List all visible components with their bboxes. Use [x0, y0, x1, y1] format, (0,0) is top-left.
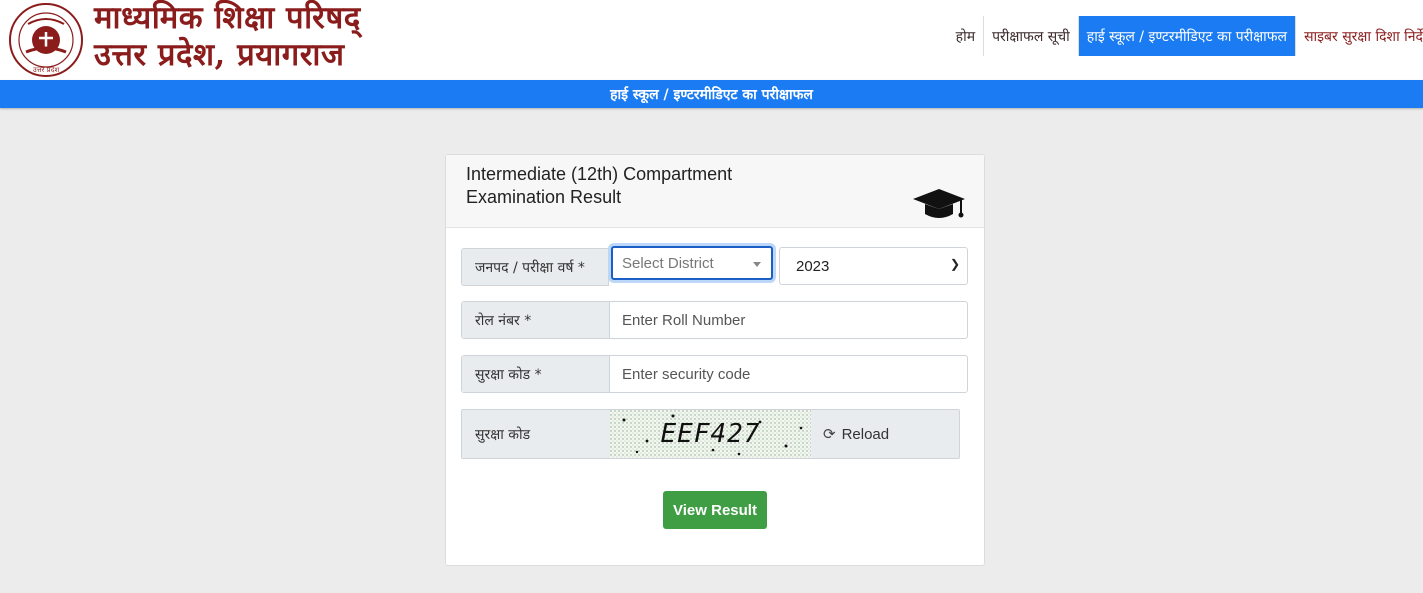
- result-form-card: Intermediate (12th) Compartment Examinat…: [445, 154, 985, 566]
- roll-number-label: रोल नंबर *: [462, 302, 610, 338]
- captcha-label: सुरक्षा कोड: [462, 410, 610, 458]
- svg-text:उत्तर प्रदेश: उत्तर प्रदेश: [33, 65, 59, 74]
- org-title-line1: माध्यमिक शिक्षा परिषद्: [94, 0, 361, 36]
- form-title-line2: Examination Result: [466, 187, 622, 207]
- nav-hs-inter-result[interactable]: हाई स्कूल / इण्टरमीडिएट का परीक्षाफल: [1077, 16, 1296, 56]
- roll-number-input[interactable]: Enter Roll Number: [610, 302, 967, 338]
- form-title: Intermediate (12th) Compartment Examinat…: [466, 163, 786, 209]
- org-title-line2: उत्तर प्रदेश, प्रयागराज: [94, 37, 345, 73]
- top-header: उत्तर प्रदेश माध्यमिक शिक्षा परिषद् उत्त…: [0, 0, 1423, 80]
- captcha-text: EEF427: [660, 419, 761, 449]
- security-code-placeholder: Enter security code: [622, 365, 751, 383]
- reload-label: Reload: [841, 425, 890, 443]
- captcha-image: EEF427: [610, 410, 811, 458]
- card-header: Intermediate (12th) Compartment Examinat…: [446, 155, 984, 228]
- district-year-label: जनपद / परीक्षा वर्ष *: [461, 248, 609, 286]
- nav-result-list[interactable]: परीक्षाफल सूची: [983, 16, 1078, 56]
- nav-home[interactable]: होम: [948, 16, 983, 56]
- main-nav: होम परीक्षाफल सूची हाई स्कूल / इण्टरमीडि…: [948, 16, 1423, 56]
- year-value: 2023: [796, 257, 830, 275]
- reload-icon: ⟳: [823, 426, 836, 443]
- dropdown-arrow-icon: [753, 262, 761, 267]
- view-result-button[interactable]: View Result: [663, 491, 767, 529]
- captcha-row: सुरक्षा कोड EEF427 ⟳ Reload: [461, 409, 960, 459]
- org-title: माध्यमिक शिक्षा परिषद् उत्तर प्रदेश, प्र…: [94, 0, 361, 74]
- page-banner: हाई स्कूल / इण्टरमीडिएट का परीक्षाफल: [0, 80, 1423, 108]
- chevron-down-icon: ❯: [949, 257, 960, 271]
- graduation-cap-icon: [913, 189, 965, 218]
- year-select[interactable]: 2023 ❯: [779, 247, 968, 285]
- reload-button[interactable]: ⟳ Reload: [811, 410, 959, 458]
- board-logo[interactable]: उत्तर प्रदेश: [6, 2, 86, 78]
- district-select[interactable]: Select District: [611, 246, 773, 280]
- district-year-row: जनपद / परीक्षा वर्ष * Select District 20…: [461, 246, 968, 286]
- security-code-label: सुरक्षा कोड *: [462, 356, 610, 392]
- security-code-row: सुरक्षा कोड * Enter security code: [461, 355, 968, 393]
- nav-cyber-security[interactable]: साइबर सुरक्षा दिशा निर्दे: [1295, 16, 1423, 56]
- security-code-input[interactable]: Enter security code: [610, 356, 967, 392]
- district-placeholder: Select District: [622, 254, 714, 272]
- roll-number-row: रोल नंबर * Enter Roll Number: [461, 301, 968, 339]
- form-title-line1: Intermediate (12th) Compartment: [466, 164, 733, 184]
- roll-number-placeholder: Enter Roll Number: [622, 311, 746, 329]
